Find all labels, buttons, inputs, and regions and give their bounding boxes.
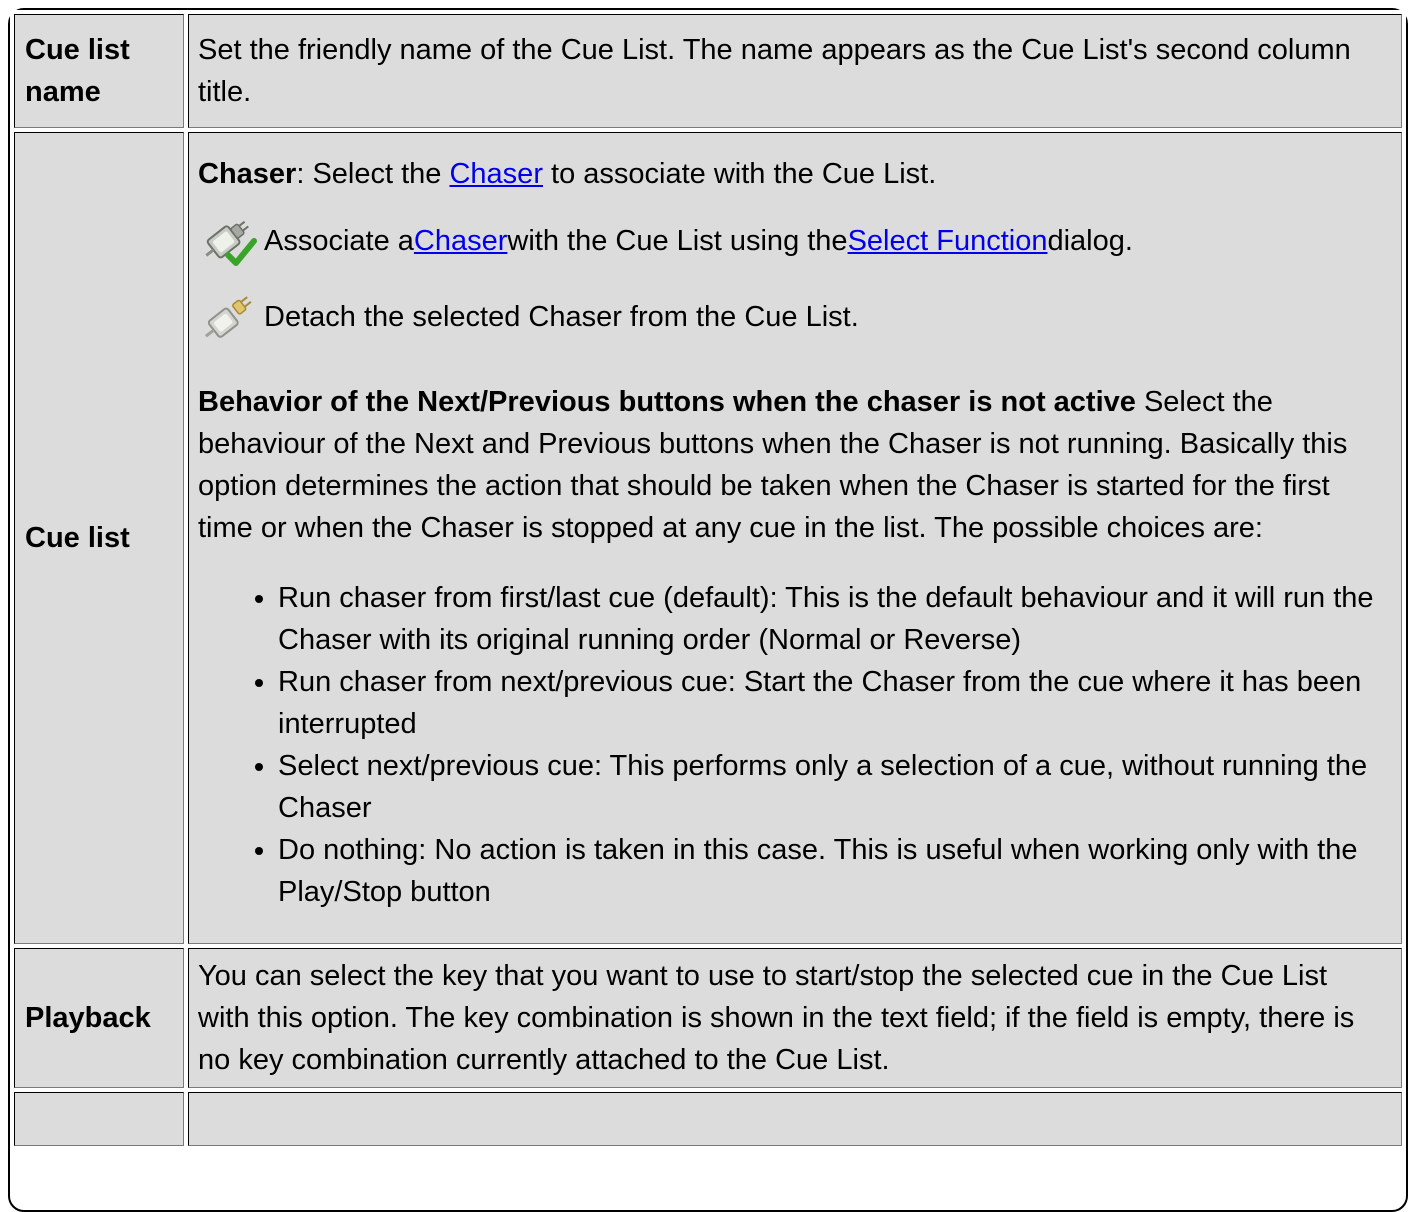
- properties-table: Cue list name Set the friendly name of t…: [10, 10, 1406, 1150]
- chaser-link[interactable]: Chaser: [449, 158, 543, 190]
- row-label-playback: Playback: [14, 948, 184, 1088]
- list-item: Do nothing: No action is taken in this c…: [278, 829, 1383, 913]
- chaser-heading: Chaser: [198, 158, 297, 190]
- attach-text-a: Associate a: [264, 225, 414, 257]
- attach-text-b: with the Cue List using the: [507, 225, 848, 257]
- list-item: Run chaser from next/previous cue: Start…: [278, 661, 1383, 745]
- row-label-cue-list-name: Cue list name: [14, 14, 184, 128]
- row-description-cue-list-name: Set the friendly name of the Cue List. T…: [188, 14, 1402, 128]
- attach-paragraph: Associate a Chaser with the Cue List usi…: [198, 211, 1383, 271]
- row-label-cue-list: Cue list: [14, 132, 184, 944]
- list-item: Select next/previous cue: This performs …: [278, 745, 1383, 829]
- table-row-cue-list: Cue list Chaser: Select the Chaser to as…: [14, 132, 1402, 944]
- table-row-partial: [14, 1092, 1402, 1146]
- behavior-paragraph: Behavior of the Next/Previous buttons wh…: [198, 381, 1383, 549]
- table-row-cue-list-name: Cue list name Set the friendly name of t…: [14, 14, 1402, 128]
- attach-chaser-link[interactable]: Chaser: [414, 220, 508, 262]
- detach-paragraph: Detach the selected Chaser from the Cue …: [198, 287, 1383, 347]
- row-description-cue-list: Chaser: Select the Chaser to associate w…: [188, 132, 1402, 944]
- list-item: Run chaser from first/last cue (default)…: [278, 577, 1383, 661]
- table-row-playback: Playback You can select the key that you…: [14, 948, 1402, 1088]
- attach-function-icon: [198, 211, 264, 271]
- select-function-link[interactable]: Select Function: [848, 220, 1048, 262]
- choices-list: Run chaser from first/last cue (default)…: [198, 577, 1383, 913]
- behavior-heading: Behavior of the Next/Previous buttons wh…: [198, 386, 1136, 418]
- attach-text-c: dialog.: [1047, 225, 1133, 257]
- chaser-text-a: : Select the: [296, 158, 450, 190]
- chaser-text-b: to associate with the Cue List.: [542, 158, 937, 190]
- detach-text: Detach the selected Chaser from the Cue …: [264, 301, 859, 333]
- chaser-paragraph: Chaser: Select the Chaser to associate w…: [198, 153, 1383, 195]
- row-label-partial: [14, 1092, 184, 1146]
- detach-function-icon: [198, 287, 264, 347]
- row-description-partial: [188, 1092, 1402, 1146]
- row-description-playback: You can select the key that you want to …: [188, 948, 1402, 1088]
